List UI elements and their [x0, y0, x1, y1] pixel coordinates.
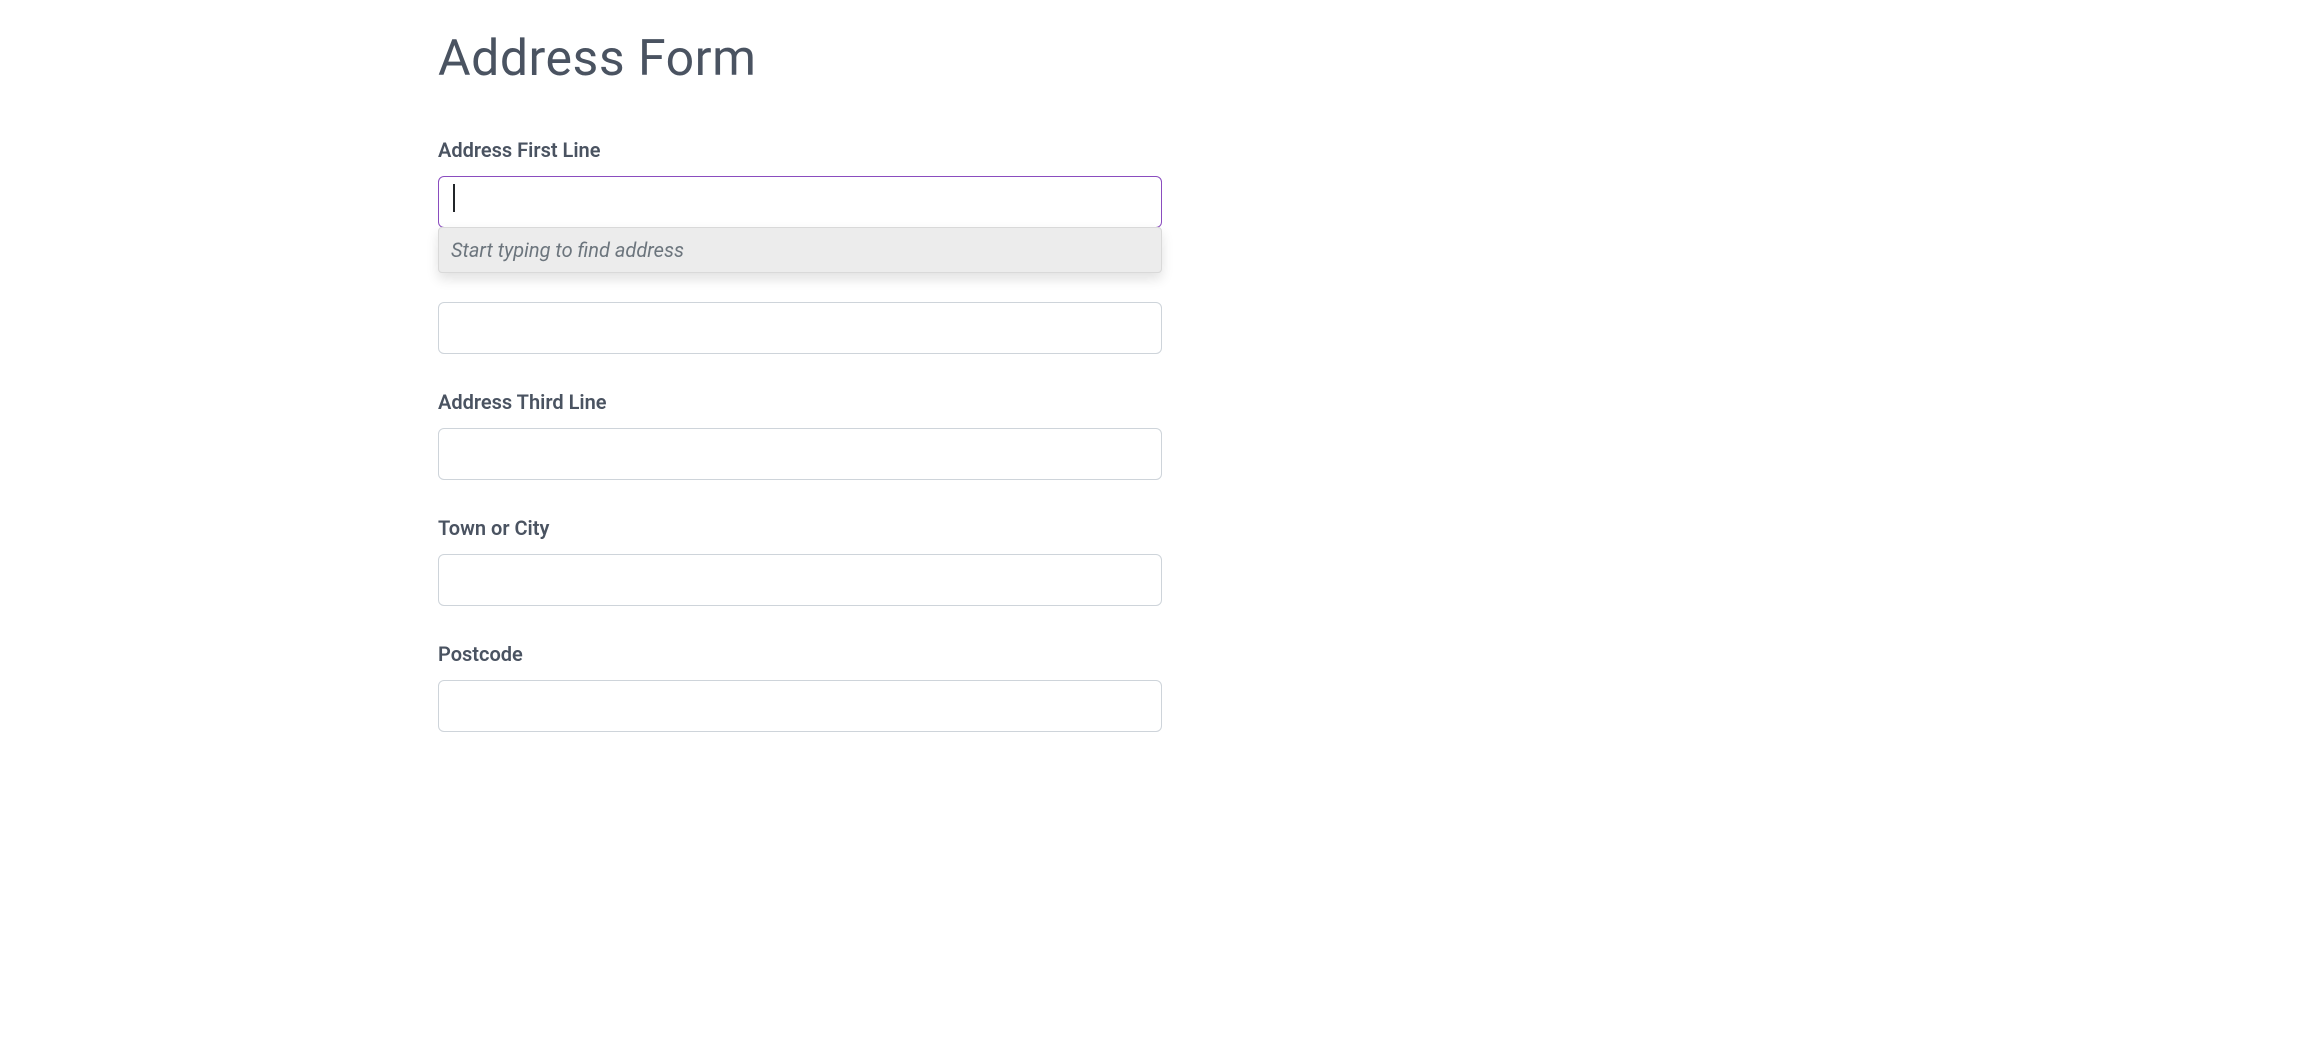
label-address-line3: Address Third Line	[438, 390, 1162, 414]
field-postcode: Postcode	[438, 642, 1162, 732]
field-address-line3: Address Third Line	[438, 390, 1162, 480]
field-address-line1: Address First Line Start typing to find …	[438, 138, 1162, 228]
input-address-line1[interactable]	[438, 176, 1162, 228]
label-town: Town or City	[438, 516, 1162, 540]
input-town[interactable]	[438, 554, 1162, 606]
text-caret	[453, 184, 455, 212]
autocomplete-suggestion[interactable]: Start typing to find address	[438, 227, 1162, 273]
input-postcode[interactable]	[438, 680, 1162, 732]
label-postcode: Postcode	[438, 642, 1162, 666]
address-form-container: Address Form Address First Line Start ty…	[438, 0, 1162, 732]
input-address-line2[interactable]	[438, 302, 1162, 354]
input-address-line3[interactable]	[438, 428, 1162, 480]
label-address-line1: Address First Line	[438, 138, 1162, 162]
field-town: Town or City	[438, 516, 1162, 606]
page-title: Address Form	[438, 30, 1162, 88]
field-address-line2: Address Second Line	[438, 264, 1162, 354]
